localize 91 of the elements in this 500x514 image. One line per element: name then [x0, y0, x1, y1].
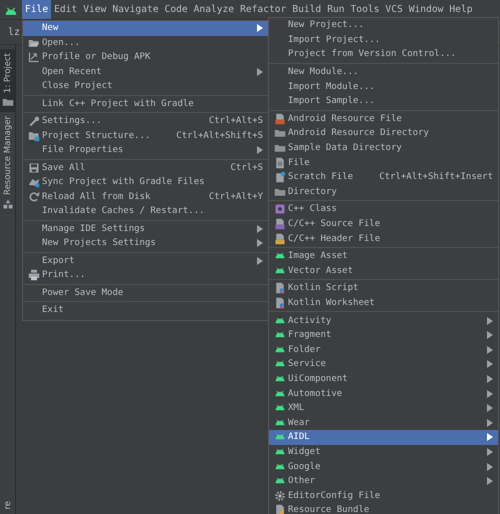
file-icon	[274, 504, 286, 514]
menu-bar-item[interactable]: View	[80, 0, 110, 19]
menu-item[interactable]: Vector Asset	[269, 264, 498, 278]
printer-icon	[28, 269, 40, 282]
menu-item[interactable]: Scratch File Ctrl+Alt+Shift+Insert	[269, 170, 498, 185]
menu-item[interactable]: Sync Project with Gradle Files	[23, 175, 268, 190]
menu-item[interactable]: Profile or Debug APK	[23, 50, 268, 64]
menu-item[interactable]: Directory	[269, 184, 498, 200]
menu-item[interactable]: Power Save Mode	[23, 286, 268, 300]
file-icon	[274, 112, 286, 125]
menu-bar-item[interactable]: Code	[162, 0, 191, 19]
source-file-icon	[274, 218, 286, 230]
menu-bar-item[interactable]: Edit	[51, 0, 80, 19]
menu-item[interactable]: AIDL	[269, 430, 498, 445]
android-logo-icon	[4, 4, 18, 14]
gear-icon	[274, 490, 286, 502]
chart-icon	[28, 51, 40, 64]
project-name: lz	[8, 26, 20, 38]
side-tab[interactable]: 1: Project	[0, 49, 15, 112]
menu-item[interactable]: Kotlin Script	[269, 281, 498, 296]
menu-item[interactable]: Kotlin Worksheet	[269, 296, 498, 310]
sync-icon	[28, 176, 40, 188]
menu-item[interactable]: Import Sample...	[269, 94, 498, 109]
menu-item[interactable]: Import Project...	[269, 32, 498, 48]
menu-item[interactable]: Folder	[269, 342, 498, 358]
menu-item[interactable]: Invalidate Caches / Restart...	[23, 204, 268, 218]
side-tab[interactable]: Resource Manager	[0, 112, 15, 214]
menu-item[interactable]: Exit	[23, 303, 268, 318]
menu-item[interactable]: Widget	[269, 444, 498, 460]
menu-item[interactable]: Activity	[269, 313, 498, 328]
menu-item[interactable]: New Project...	[269, 18, 498, 33]
menu-item[interactable]: Open Recent	[23, 64, 268, 79]
file-icon	[274, 156, 286, 169]
menu-item[interactable]: Automotive	[269, 386, 498, 401]
menu-item[interactable]: Print...	[23, 268, 268, 282]
menu-item[interactable]: Manage IDE Settings	[23, 222, 268, 236]
menu-item[interactable]: Android Resource File	[269, 112, 498, 126]
menu-item[interactable]: Save All Ctrl+S	[23, 160, 268, 175]
menu-item[interactable]: Wear	[269, 415, 498, 430]
folder-icon	[28, 130, 40, 142]
class-icon	[274, 203, 286, 216]
menu-item[interactable]: Open...	[23, 36, 268, 50]
folder-icon	[274, 127, 286, 140]
menu-bar-item[interactable]: Run	[324, 0, 348, 19]
menu-item[interactable]: Export	[23, 254, 268, 268]
menu-item[interactable]: Android Resource Directory	[269, 126, 498, 141]
header-file-icon	[274, 232, 286, 245]
menu-item[interactable]: Link C++ Project with Gradle	[23, 96, 268, 111]
folder-icon	[274, 142, 286, 154]
folder-icon	[2, 96, 14, 108]
resource-icon	[2, 198, 14, 210]
menu-bar-item[interactable]: Refactor	[237, 0, 290, 19]
menu-item[interactable]: Image Asset	[269, 248, 498, 264]
menu-item[interactable]: New Module...	[269, 64, 498, 80]
menu-item[interactable]: Resource Bundle	[269, 503, 498, 514]
menu-item[interactable]: Project Structure... Ctrl+Alt+Shift+S	[23, 128, 268, 143]
menu-item[interactable]: Sample Data Directory	[269, 140, 498, 156]
menu-bar-item[interactable]: Tools	[348, 0, 382, 19]
menu-item[interactable]: EditorConfig File	[269, 488, 498, 503]
file-icon	[274, 171, 286, 184]
menu-bar-item[interactable]: Window	[406, 0, 446, 19]
menu-item[interactable]: UiComponent	[269, 372, 498, 386]
menu-item[interactable]: C/C++ Source File	[269, 216, 498, 232]
menu-item[interactable]: XML	[269, 400, 498, 416]
menu-item[interactable]: New Projects Settings	[23, 236, 268, 250]
menu-item[interactable]: C/C++ Header File	[269, 231, 498, 246]
menu-item[interactable]: C++ Class	[269, 202, 498, 217]
menu-item[interactable]: Settings... Ctrl+Alt+S	[23, 114, 268, 128]
menu-bar-item[interactable]: Help	[446, 0, 476, 19]
menu-bar-item[interactable]: Navigate	[109, 0, 162, 19]
wrench-icon	[28, 115, 40, 128]
reload-icon	[28, 190, 40, 203]
menu-item[interactable]: File	[269, 155, 498, 170]
menu-bar-item[interactable]: VCS	[382, 0, 406, 19]
save-icon	[28, 162, 40, 174]
menu-bar-item[interactable]: Analyze	[190, 0, 238, 19]
menu-item[interactable]: File Properties	[23, 143, 268, 158]
menu-item[interactable]: Close Project	[23, 79, 268, 94]
menu-item[interactable]: Reload All from Disk Ctrl+Alt+Y	[23, 190, 268, 204]
side-tab[interactable]: re	[0, 497, 15, 514]
menu-item[interactable]: New	[23, 21, 268, 36]
menu-item[interactable]: Google	[269, 459, 498, 474]
menu-item[interactable]: Project from Version Control...	[269, 47, 498, 62]
menu-item[interactable]: Fragment	[269, 328, 498, 342]
menu-item[interactable]: Other	[269, 474, 498, 488]
kotlin-file-icon	[274, 282, 286, 294]
menu-bar-item[interactable]: File	[22, 0, 52, 19]
menu-bar-item[interactable]: Build	[289, 0, 324, 19]
menu-item[interactable]: Service	[269, 357, 498, 372]
kotlin-file-icon	[274, 296, 286, 309]
menu-item[interactable]: Import Module...	[269, 79, 498, 94]
